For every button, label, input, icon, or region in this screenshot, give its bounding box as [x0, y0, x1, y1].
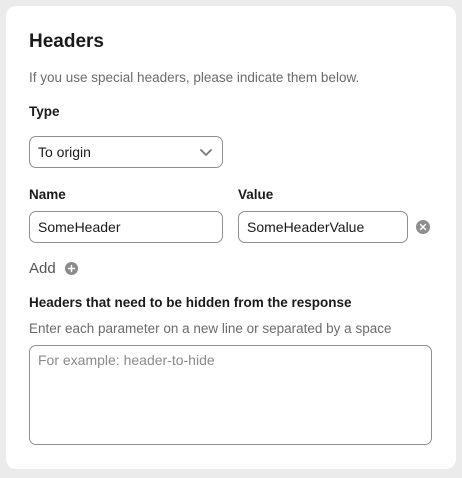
type-select[interactable]: To origin — [29, 136, 223, 168]
header-name-input[interactable] — [29, 211, 223, 243]
hidden-headers-textarea[interactable] — [29, 345, 432, 445]
plus-circle-icon — [64, 262, 78, 275]
header-value-input[interactable] — [238, 211, 408, 243]
hidden-headers-label: Headers that need to be hidden from the … — [29, 295, 352, 310]
card-subtitle: If you use special headers, please indic… — [29, 70, 360, 85]
chevron-down-icon — [198, 144, 214, 160]
name-label: Name — [29, 187, 66, 202]
hidden-headers-help: Enter each parameter on a new line or se… — [29, 321, 392, 336]
type-label: Type — [29, 104, 60, 119]
clear-circle-icon — [419, 223, 427, 231]
clear-header-button[interactable] — [416, 220, 430, 234]
card-title: Headers — [29, 31, 104, 52]
add-header-button[interactable]: Add — [29, 260, 78, 277]
headers-card: Headers If you use special headers, plea… — [6, 6, 456, 469]
type-select-value: To origin — [38, 144, 91, 160]
add-label: Add — [29, 260, 56, 277]
value-label: Value — [238, 187, 274, 202]
